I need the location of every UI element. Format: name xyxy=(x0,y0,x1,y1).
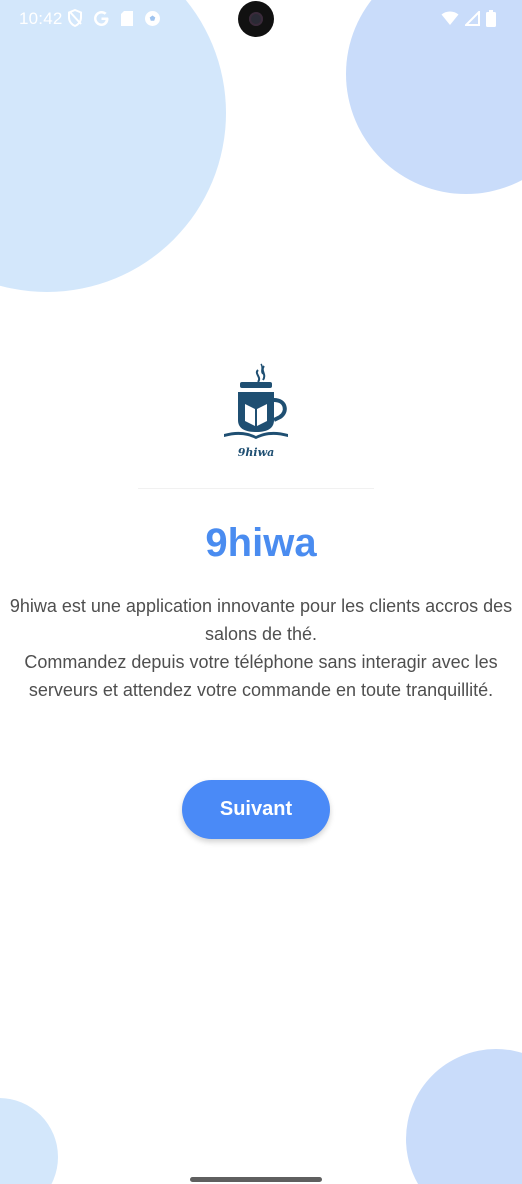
soccer-ball-icon xyxy=(145,10,160,26)
decorative-circle-bottom-right xyxy=(406,1049,522,1184)
sd-card-icon xyxy=(121,10,133,26)
divider xyxy=(138,488,374,489)
battery-icon xyxy=(486,10,496,27)
home-indicator[interactable] xyxy=(190,1177,322,1182)
system-icons xyxy=(441,10,496,27)
google-icon xyxy=(94,10,109,26)
decorative-circle-top-left xyxy=(0,0,226,292)
description-line-2: Commandez depuis votre téléphone sans in… xyxy=(24,652,498,700)
description-line-1: 9hiwa est une application innovante pour… xyxy=(9,596,513,644)
app-title: 9hiwa xyxy=(205,521,317,565)
decorative-circle-bottom-left xyxy=(0,1098,58,1184)
status-bar: 10:42 xyxy=(0,0,522,38)
app-description: 9hiwa est une application innovante pour… xyxy=(6,592,516,704)
cellular-signal-icon xyxy=(465,11,480,26)
front-camera xyxy=(238,1,274,37)
next-button[interactable]: Suivant xyxy=(182,780,330,839)
notification-icons xyxy=(67,9,161,27)
logo-caption: 9hiwa xyxy=(238,446,274,459)
status-time: 10:42 xyxy=(19,9,63,28)
vpn-shield-icon xyxy=(68,9,82,27)
onboarding-screen: 10:42 9hiwa 9hiwa 9hiwa est une applicat… xyxy=(0,0,522,1184)
wifi-icon xyxy=(441,11,459,25)
tea-cup-book-logo: 9hiwa xyxy=(224,363,288,459)
